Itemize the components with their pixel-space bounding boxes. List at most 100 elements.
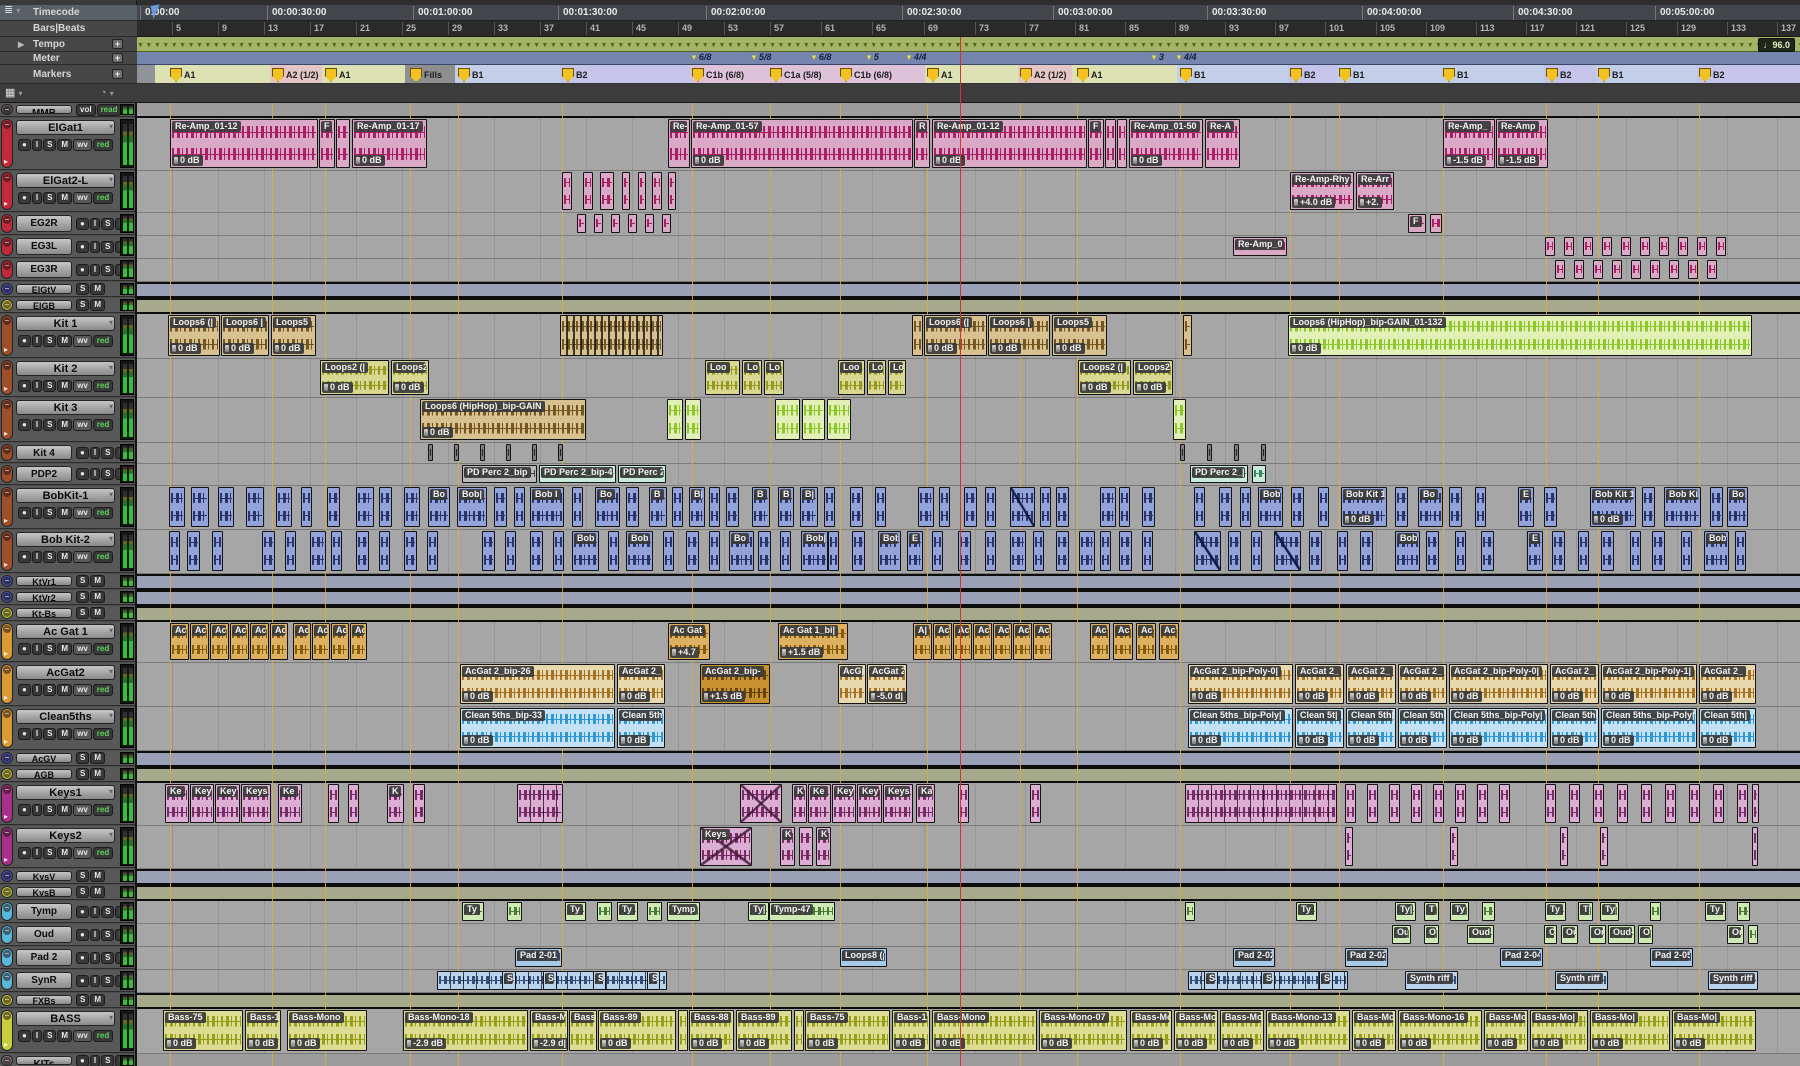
track-button-M[interactable]: M xyxy=(57,643,72,655)
audio-clip[interactable]: On| xyxy=(1727,925,1744,944)
track-name[interactable]: Keys1 xyxy=(16,785,115,800)
audio-clip[interactable]: Loops20 dB xyxy=(391,360,429,395)
audio-clip[interactable]: Re-Amp_-1.5 dB xyxy=(1443,119,1495,168)
audio-clip[interactable]: Synth riff xyxy=(1555,971,1608,990)
audio-clip[interactable]: Ac | xyxy=(1136,623,1156,660)
audio-clip[interactable] xyxy=(1389,784,1400,823)
track-lane[interactable]: Re-Amp_0 xyxy=(137,236,1800,259)
audio-clip[interactable]: Re-Amp_01-500 dB xyxy=(1129,119,1203,168)
audio-clip[interactable] xyxy=(1752,827,1758,866)
audio-clip[interactable] xyxy=(1056,487,1069,527)
track-button-red[interactable]: red xyxy=(93,643,113,655)
audio-clip[interactable] xyxy=(852,531,865,571)
audio-clip[interactable]: B xyxy=(649,487,667,527)
audio-clip[interactable]: Loo xyxy=(838,360,865,395)
audio-clip[interactable]: Ty| xyxy=(1600,902,1619,921)
track-button-I[interactable]: I xyxy=(90,264,100,276)
track-name[interactable]: KysB xyxy=(16,887,72,897)
track-name[interactable]: KITs xyxy=(16,1056,72,1065)
audio-clip[interactable] xyxy=(404,531,417,571)
audio-clip[interactable] xyxy=(1482,902,1495,921)
audio-clip[interactable]: AcGat 2_bip-260 dB xyxy=(460,664,615,704)
audio-clip[interactable] xyxy=(672,487,683,527)
audio-clip[interactable]: Loops8 (p xyxy=(840,948,887,967)
audio-clip[interactable] xyxy=(1578,531,1589,571)
audio-clip[interactable]: Ty| xyxy=(1395,902,1416,921)
audio-clip[interactable] xyxy=(1056,531,1069,571)
track-button-rec[interactable]: ● xyxy=(76,906,89,918)
audio-clip[interactable] xyxy=(1642,487,1655,527)
track-lane[interactable]: AcGat 2_bip-260 dBAcGat 2_0 dBAcGat 2_bi… xyxy=(137,663,1800,707)
meter-event[interactable]: ▼5/8 xyxy=(750,52,771,62)
audio-clip[interactable] xyxy=(413,784,425,823)
track-button-M[interactable]: M xyxy=(90,299,105,311)
track-name[interactable]: Kit 4 xyxy=(16,445,72,460)
audio-clip[interactable] xyxy=(1240,487,1251,527)
audio-clip[interactable]: Bass-Mo|0 dB xyxy=(1484,1010,1528,1051)
track-button-rec[interactable]: ● xyxy=(76,241,89,253)
track-options-chevron-icon[interactable]: ▾ xyxy=(109,667,113,676)
audio-clip[interactable]: Loops6 (|0 dB xyxy=(168,315,220,356)
audio-clip[interactable]: Bass-Mo|-2.9 d| xyxy=(530,1010,568,1051)
audio-clip[interactable]: Clean 5ths_bip-Poly|0 dB xyxy=(1601,708,1697,748)
track-button-wv[interactable]: wv xyxy=(73,728,92,740)
audio-clip[interactable] xyxy=(1752,784,1759,823)
track-button-S[interactable]: S xyxy=(101,468,114,480)
audio-clip[interactable] xyxy=(1640,237,1650,256)
audio-clip[interactable]: T| xyxy=(1578,902,1593,921)
markers-ruler[interactable]: A1A2 (1/2)A1FillsB1B2C1b (6/8)C1a (5/8)C… xyxy=(0,65,1800,84)
audio-clip[interactable]: B xyxy=(752,487,770,527)
audio-clip[interactable]: AcGat 2_0 dB xyxy=(1550,664,1599,704)
audio-clip[interactable] xyxy=(1449,487,1462,527)
track-name[interactable]: KtVr1 xyxy=(16,576,72,586)
marker-flag[interactable]: B2 xyxy=(1699,68,1725,82)
track-button-vol[interactable]: vol xyxy=(76,104,96,116)
audio-clip[interactable]: Bo xyxy=(428,487,450,527)
track-button-M[interactable]: M xyxy=(57,728,72,740)
audio-clip[interactable]: Pad 2-02 xyxy=(1233,948,1275,967)
audio-clip[interactable] xyxy=(1185,784,1337,823)
tempo-expand-arrow[interactable]: ▶ xyxy=(18,40,24,49)
track-name[interactable]: AGB xyxy=(16,769,72,779)
track-button-S[interactable]: S xyxy=(101,952,114,964)
track-button-S[interactable]: S xyxy=(76,299,89,311)
track-button-S[interactable]: S xyxy=(43,804,56,816)
audio-clip[interactable]: Ou| xyxy=(1392,925,1411,944)
audio-clip[interactable] xyxy=(594,214,603,233)
track-button-rec[interactable]: ● xyxy=(76,264,89,276)
audio-clip[interactable]: A| xyxy=(913,623,932,660)
marker-flag[interactable]: A2 (1/2) xyxy=(272,68,319,82)
audio-clip[interactable]: Bob xyxy=(626,531,653,571)
audio-clip[interactable]: Clean 5th|0 dB xyxy=(617,708,665,748)
track-options-chevron-icon[interactable]: ▾ xyxy=(109,402,113,411)
ruler-label-timecode[interactable]: Timecode xyxy=(0,5,137,21)
audio-clip[interactable] xyxy=(1713,784,1724,823)
track-button-rec[interactable]: ● xyxy=(18,551,31,563)
audio-clip[interactable] xyxy=(1228,531,1241,571)
audio-clip[interactable] xyxy=(1602,237,1612,256)
track-name[interactable]: PDP2 xyxy=(16,466,72,482)
track-button-S[interactable]: S xyxy=(43,507,56,519)
bars-ruler[interactable]: 5913172125293337414549535761656973778185… xyxy=(0,21,1800,37)
audio-clip[interactable]: O xyxy=(1424,925,1439,944)
audio-clip[interactable] xyxy=(1433,784,1444,823)
meter-event[interactable]: ▼6/8 xyxy=(810,52,831,62)
track-button-S[interactable]: S xyxy=(101,975,114,987)
audio-clip[interactable]: B xyxy=(778,487,794,527)
track-options-chevron-icon[interactable]: ▾ xyxy=(109,830,113,839)
audio-clip[interactable]: S| xyxy=(1319,971,1333,990)
audio-clip[interactable]: Loops6 (HipHop)_bip-GAIN_01-1320 dB xyxy=(1288,315,1752,356)
track-button-M[interactable]: M xyxy=(57,507,72,519)
track-button-M[interactable]: M xyxy=(90,870,105,882)
audio-clip[interactable]: Bass-Mo|0 dB xyxy=(1530,1010,1588,1051)
audio-clip[interactable]: Ty xyxy=(1705,902,1726,921)
track-button-S[interactable]: S xyxy=(43,380,56,392)
audio-clip[interactable]: Bass-880 dB xyxy=(689,1010,734,1051)
track-name[interactable]: BobKit-1 xyxy=(16,488,115,503)
audio-clip[interactable]: AcGat 2_0 dB xyxy=(617,664,665,704)
track-button-wv[interactable]: wv xyxy=(73,551,92,563)
audio-clip[interactable]: S xyxy=(593,971,606,990)
track-button-I[interactable]: I xyxy=(90,929,100,941)
marker-flag[interactable]: A1 xyxy=(170,68,196,82)
audio-clip[interactable] xyxy=(494,487,507,527)
